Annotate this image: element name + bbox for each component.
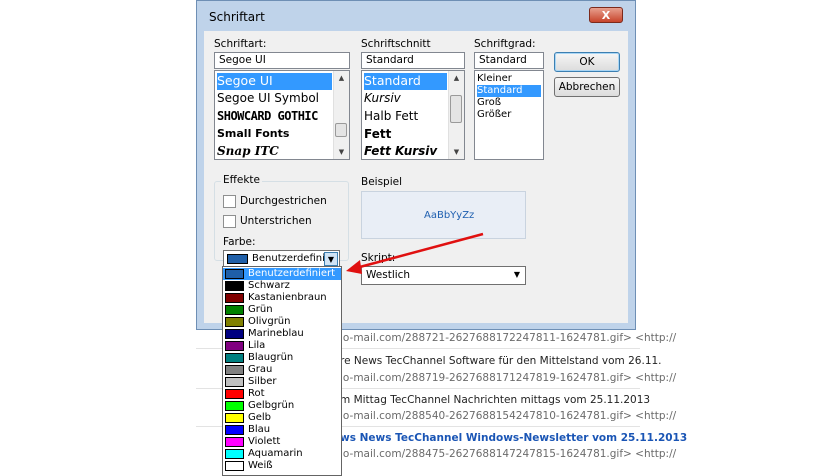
color-option[interactable]: Aquamarin: [223, 448, 341, 460]
ok-button[interactable]: OK: [554, 52, 620, 72]
underline-checkbox[interactable]: [223, 215, 236, 228]
email-url-line: io-mail.com/288719-2627688171247819-1624…: [340, 372, 677, 384]
style-list[interactable]: Standard Kursiv Halb Fett Fett Fett Kurs…: [361, 70, 465, 160]
style-list-item[interactable]: Fett: [364, 127, 447, 144]
size-list-item[interactable]: Kleiner: [477, 73, 541, 85]
font-list[interactable]: Segoe UI Segoe UI Symbol SHOWCARD GOTHIC…: [214, 70, 350, 160]
color-option[interactable]: Kastanienbraun: [223, 292, 341, 304]
close-icon: X: [601, 9, 611, 22]
scroll-up-icon[interactable]: ▲: [334, 71, 349, 85]
scroll-down-icon[interactable]: ▼: [334, 145, 349, 159]
strikethrough-label[interactable]: Durchgestrichen: [240, 195, 327, 207]
color-option[interactable]: Silber: [223, 376, 341, 388]
color-swatch: [225, 461, 244, 471]
style-label: Schriftschnitt: [361, 38, 431, 50]
color-swatch: [225, 281, 244, 291]
cancel-button[interactable]: Abbrechen: [554, 77, 620, 97]
email-subject-line[interactable]: m Mittag TecChannel Nachrichten mittags …: [340, 394, 650, 406]
script-label: Skript:: [361, 252, 396, 264]
font-list-item[interactable]: Small Fonts: [217, 127, 332, 144]
font-label: Schriftart:: [214, 38, 267, 50]
scroll-thumb[interactable]: [335, 123, 347, 137]
email-subject-line[interactable]: ws News TecChannel Windows-Newsletter vo…: [340, 432, 687, 444]
style-list-item[interactable]: Kursiv: [364, 91, 447, 108]
color-option[interactable]: Benutzerdefiniert: [223, 268, 341, 280]
dialog-titlebar[interactable]: Schriftart X: [197, 1, 635, 29]
sample-label: Beispiel: [361, 176, 403, 188]
color-swatch: [225, 293, 244, 303]
color-swatch: [225, 401, 244, 411]
font-list-item[interactable]: Segoe UI Symbol: [217, 91, 332, 108]
dialog-title: Schriftart: [209, 10, 265, 24]
color-swatch: [225, 341, 244, 351]
color-option[interactable]: Blaugrün: [223, 352, 341, 364]
script-select[interactable]: Westlich ▼: [361, 266, 526, 285]
scroll-down-icon[interactable]: ▼: [449, 145, 464, 159]
size-list-item[interactable]: Größer: [477, 109, 541, 121]
size-label: Schriftgrad:: [474, 38, 536, 50]
font-list-scrollbar[interactable]: ▲ ▼: [333, 71, 349, 159]
style-input[interactable]: Standard: [361, 52, 465, 69]
email-url-line: io-mail.com/288475-2627688147247815-1624…: [340, 448, 677, 460]
style-list-scrollbar[interactable]: ▲ ▼: [448, 71, 464, 159]
strikethrough-checkbox[interactable]: [223, 195, 236, 208]
color-swatch: [225, 365, 244, 375]
color-swatch: [225, 353, 244, 363]
scroll-up-icon[interactable]: ▲: [449, 71, 464, 85]
size-input[interactable]: Standard: [474, 52, 544, 69]
size-list[interactable]: Kleiner Standard Groß Größer: [474, 70, 544, 160]
chevron-down-icon[interactable]: ▼: [510, 268, 524, 282]
color-option[interactable]: Gelb: [223, 412, 341, 424]
style-list-item[interactable]: Fett Kursiv: [364, 144, 447, 159]
scroll-thumb[interactable]: [450, 95, 462, 123]
color-option[interactable]: Rot: [223, 388, 341, 400]
color-swatch: [227, 254, 248, 264]
size-list-item[interactable]: Standard: [477, 85, 541, 97]
color-swatch: [225, 437, 244, 447]
color-option[interactable]: Grün: [223, 304, 341, 316]
color-swatch: [225, 305, 244, 315]
font-list-item[interactable]: Snap ITC: [217, 144, 332, 159]
effects-label: Effekte: [221, 174, 262, 186]
color-swatch: [225, 329, 244, 339]
color-swatch: [225, 413, 244, 423]
underline-label[interactable]: Unterstrichen: [240, 215, 312, 227]
color-option[interactable]: Violett: [223, 436, 341, 448]
chevron-down-icon[interactable]: ▼: [324, 252, 338, 266]
color-option[interactable]: Lila: [223, 340, 341, 352]
color-swatch: [225, 269, 244, 279]
color-option[interactable]: Marineblau: [223, 328, 341, 340]
color-swatch: [225, 425, 244, 435]
color-label: Farbe:: [223, 236, 256, 248]
sample-preview: AaBbYyZz: [361, 191, 526, 239]
color-option[interactable]: Weiß: [223, 460, 341, 472]
font-list-item[interactable]: SHOWCARD GOTHIC: [217, 109, 335, 127]
email-url-line: io-mail.com/288721-2627688172247811-1624…: [340, 332, 677, 344]
style-list-item[interactable]: Halb Fett: [364, 109, 447, 126]
script-select-value: Westlich: [366, 269, 411, 281]
color-option[interactable]: Gelbgrün: [223, 400, 341, 412]
sample-text: AaBbYyZz: [424, 210, 475, 221]
color-dropdown-list[interactable]: Benutzerdefiniert Schwarz Kastanienbraun…: [222, 266, 342, 476]
color-option[interactable]: Schwarz: [223, 280, 341, 292]
color-swatch: [225, 389, 244, 399]
close-button[interactable]: X: [589, 7, 623, 23]
color-swatch: [225, 317, 244, 327]
color-swatch: [225, 377, 244, 387]
color-option[interactable]: Blau: [223, 424, 341, 436]
font-list-item[interactable]: Segoe UI: [217, 73, 332, 90]
color-option[interactable]: Olivgrün: [223, 316, 341, 328]
color-swatch: [225, 449, 244, 459]
font-input[interactable]: Segoe UI: [214, 52, 350, 69]
color-select-value: Benutzerdefinie: [252, 253, 332, 264]
size-list-item[interactable]: Groß: [477, 97, 541, 109]
email-subject-line[interactable]: re News TecChannel Software für den Mitt…: [340, 355, 662, 367]
style-list-item[interactable]: Standard: [364, 73, 447, 90]
color-option[interactable]: Grau: [223, 364, 341, 376]
email-url-line: io-mail.com/288540-2627688154247810-1624…: [340, 410, 677, 422]
